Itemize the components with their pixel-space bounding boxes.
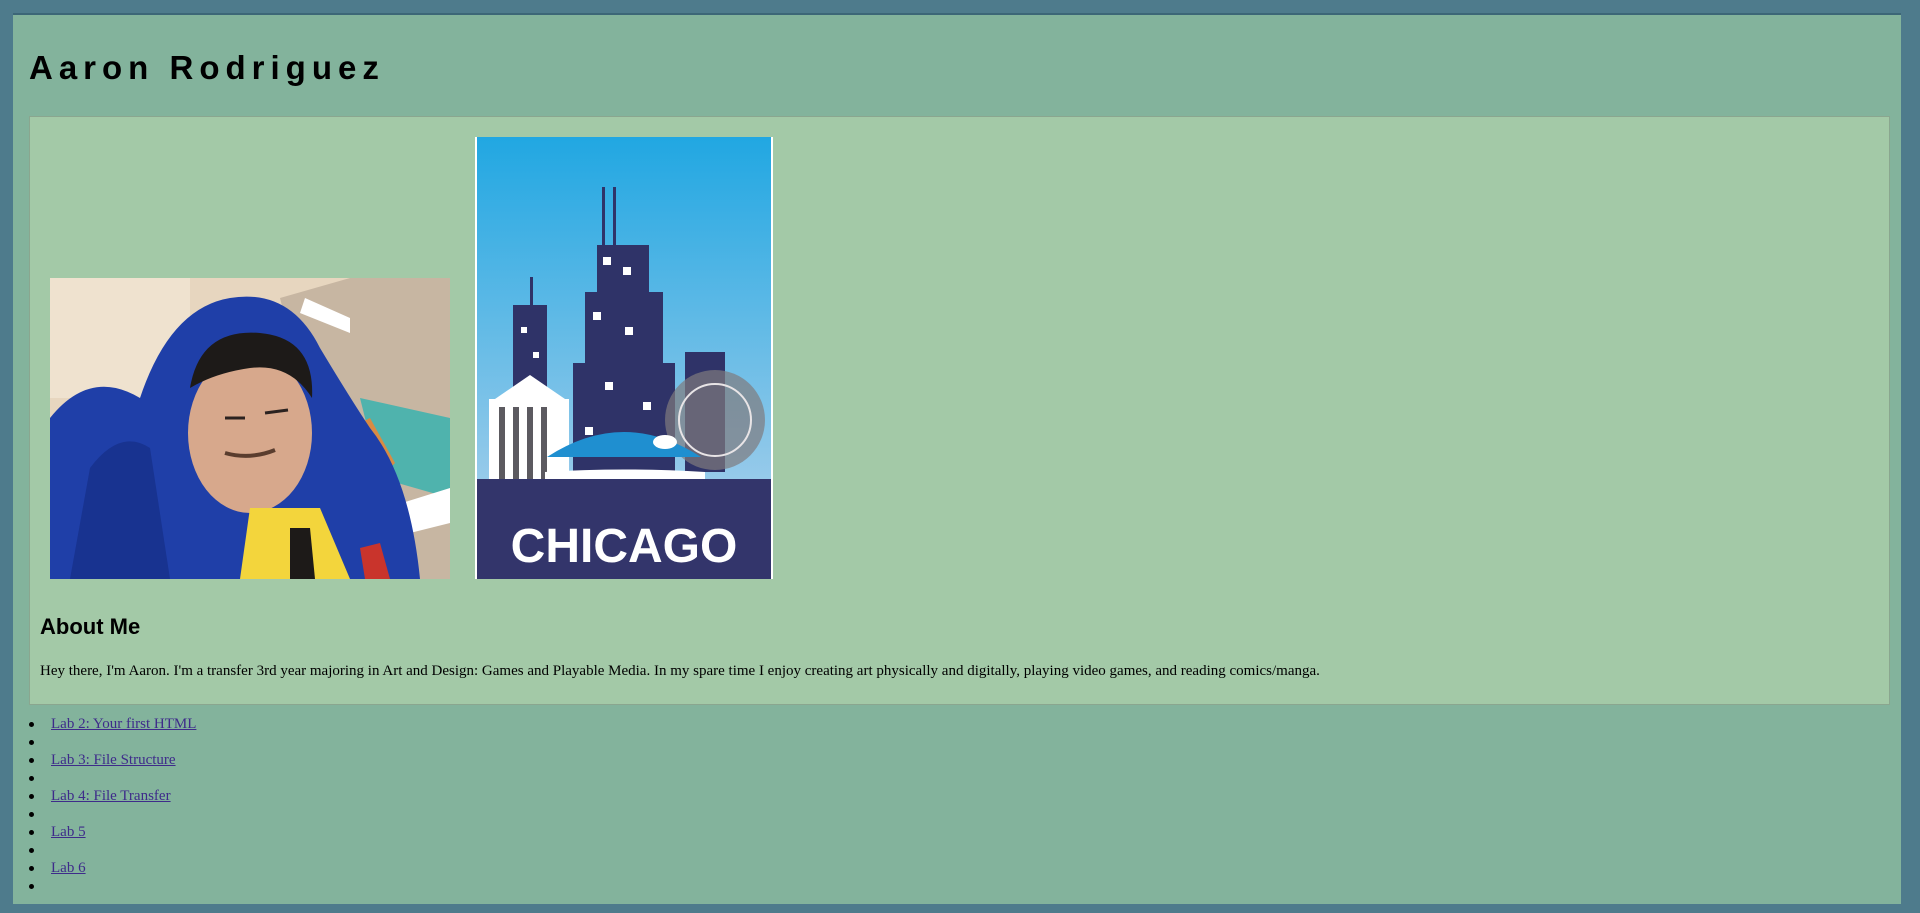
lab-2-link[interactable]: Lab 2: Your first HTML [51,715,196,733]
lab-6-link[interactable]: Lab 6 [51,859,86,877]
lab-3-link[interactable]: Lab 3: File Structure [51,751,176,769]
portrait-image [50,278,450,579]
poster-caption: CHICAGO [511,520,738,573]
page-container: Aaron Rodriguez CHICAGO About Me Hey the… [13,13,1901,904]
page-title: Aaron Rodriguez [29,49,385,86]
bullet-icon [29,848,34,853]
bullet-icon [29,794,34,799]
bullet-icon [29,812,34,817]
bullet-icon [29,722,34,727]
bullet-icon [29,776,34,781]
lab-4-link[interactable]: Lab 4: File Transfer [51,787,171,805]
bullet-icon [29,758,34,763]
lab-5-link[interactable]: Lab 5 [51,823,86,841]
content-section: CHICAGO About Me Hey there, I'm Aaron. I… [29,116,1890,705]
bullet-icon [29,866,34,871]
bullet-icon [29,884,34,889]
bullet-icon [29,740,34,745]
about-heading: About Me [40,614,141,639]
chicago-poster-image: CHICAGO [475,137,773,579]
bullet-icon [29,830,34,835]
about-paragraph: Hey there, I'm Aaron. I'm a transfer 3rd… [40,663,1320,679]
